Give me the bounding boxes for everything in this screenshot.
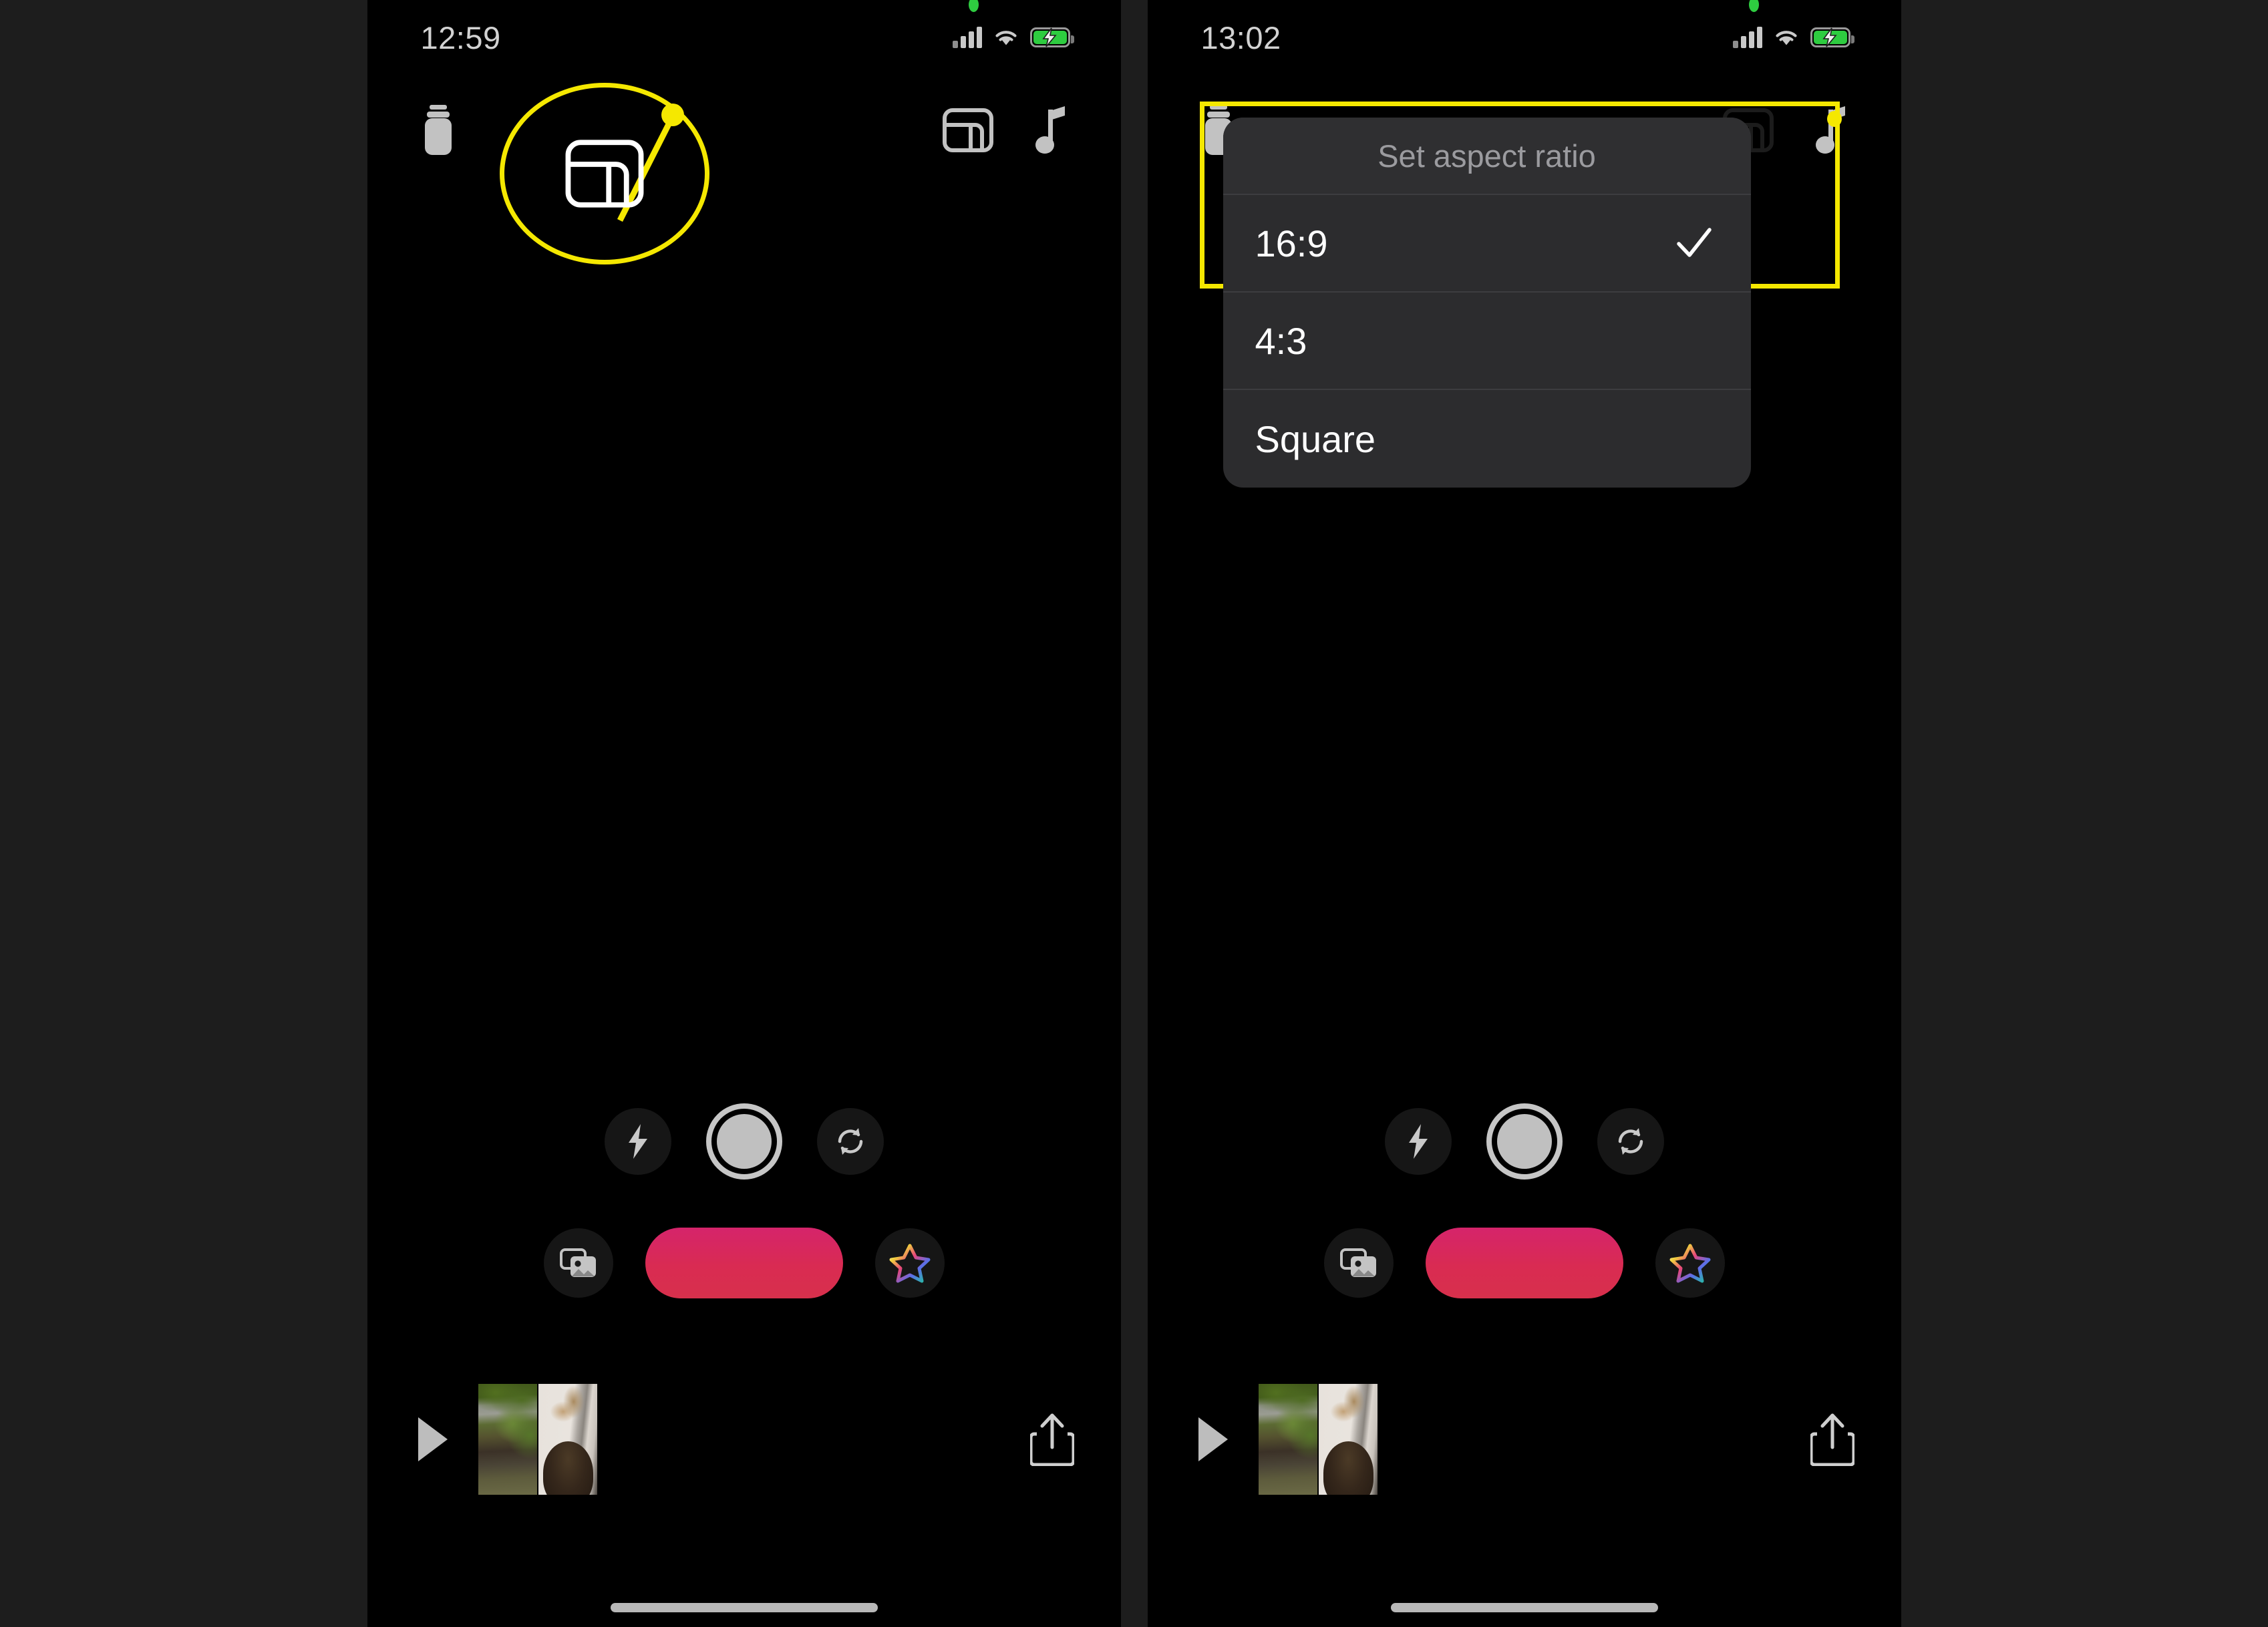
play-button[interactable] bbox=[418, 1417, 448, 1461]
recording-indicator-dot bbox=[968, 0, 979, 12]
flash-bolt-icon bbox=[1408, 1124, 1428, 1159]
clip-strip[interactable] bbox=[1258, 1384, 1378, 1495]
aspect-option-label: Square bbox=[1255, 417, 1376, 460]
record-button[interactable] bbox=[645, 1228, 843, 1298]
cellular-signal-icon bbox=[1732, 27, 1762, 48]
aspect-option-label: 16:9 bbox=[1255, 222, 1328, 264]
status-bar-clock: 12:59 bbox=[420, 19, 501, 55]
share-button[interactable] bbox=[1029, 1413, 1074, 1466]
camera-flip-icon bbox=[838, 1128, 862, 1155]
status-bar-indicators bbox=[1732, 0, 1854, 48]
share-button[interactable] bbox=[1810, 1413, 1854, 1466]
aspect-option-square[interactable]: Square bbox=[1223, 390, 1751, 488]
music-button[interactable] bbox=[1035, 104, 1070, 156]
timeline-clip-thumbnail[interactable] bbox=[1258, 1384, 1317, 1495]
check-icon bbox=[1676, 228, 1712, 257]
aspect-option-16-9[interactable]: 16:9 bbox=[1223, 195, 1751, 293]
timeline-clip-thumbnail[interactable] bbox=[478, 1384, 537, 1495]
camera-control-row bbox=[1148, 1103, 1901, 1180]
aspect-ratio-callout-magnifier bbox=[499, 83, 709, 264]
home-indicator bbox=[610, 1603, 878, 1612]
status-bar-indicators bbox=[952, 0, 1074, 48]
timeline-clip-thumbnail[interactable] bbox=[1318, 1384, 1378, 1495]
gallery-photos-icon bbox=[559, 1248, 596, 1277]
dialog-title: Set aspect ratio bbox=[1223, 118, 1751, 195]
timeline-clip-thumbnail[interactable] bbox=[538, 1384, 597, 1495]
record-button[interactable] bbox=[1425, 1228, 1623, 1298]
gallery-button[interactable] bbox=[1323, 1228, 1394, 1298]
aspect-ratio-dialog: Set aspect ratio 16:9 4:3 Square bbox=[1223, 118, 1751, 488]
battery-charging-icon bbox=[1029, 27, 1074, 47]
home-indicator bbox=[1390, 1603, 1658, 1612]
effects-button[interactable] bbox=[1655, 1228, 1725, 1298]
flash-bolt-icon bbox=[628, 1124, 647, 1159]
screenshot-stage: 12:59 13:02 Set aspect ratio 16:9 4:3 Sq… bbox=[0, 0, 2268, 1627]
wifi-icon bbox=[1775, 31, 1797, 45]
status-bar-clock: 13:02 bbox=[1200, 19, 1281, 55]
phone-panel-right: 13:02 Set aspect ratio 16:9 4:3 Square bbox=[1147, 0, 1901, 1627]
aspect-ratio-button[interactable] bbox=[942, 108, 994, 153]
phone-panel-left: 12:59 bbox=[367, 0, 1121, 1627]
gallery-button[interactable] bbox=[543, 1228, 613, 1298]
aspect-option-4-3[interactable]: 4:3 bbox=[1223, 293, 1751, 390]
flip-camera-button[interactable] bbox=[816, 1108, 884, 1175]
battery-charging-icon bbox=[1810, 27, 1854, 47]
star-effects-icon bbox=[1669, 1244, 1710, 1283]
flash-button[interactable] bbox=[1384, 1108, 1452, 1175]
aspect-option-label: 4:3 bbox=[1255, 319, 1307, 362]
record-action-row bbox=[367, 1228, 1121, 1298]
shutter-button[interactable] bbox=[705, 1103, 782, 1180]
gallery-photos-icon bbox=[1339, 1248, 1376, 1277]
clip-strip[interactable] bbox=[478, 1384, 597, 1495]
toolbar-right-group bbox=[942, 104, 1070, 156]
play-button[interactable] bbox=[1198, 1417, 1228, 1461]
star-effects-icon bbox=[889, 1244, 930, 1283]
highlight-anchor-dot bbox=[1826, 111, 1842, 127]
clip-timeline bbox=[367, 1376, 1121, 1503]
aspect-ratio-icon-magnified bbox=[565, 140, 643, 208]
shutter-button[interactable] bbox=[1486, 1103, 1563, 1180]
aspect-ratio-icon bbox=[942, 108, 993, 152]
flip-camera-button[interactable] bbox=[1597, 1108, 1664, 1175]
flash-button[interactable] bbox=[604, 1108, 671, 1175]
cellular-signal-icon bbox=[952, 27, 982, 48]
status-bar: 12:59 bbox=[367, 0, 1121, 75]
filter-jar-icon bbox=[424, 105, 452, 155]
wifi-icon bbox=[995, 31, 1017, 45]
record-action-row bbox=[1148, 1228, 1901, 1298]
filters-button[interactable] bbox=[421, 104, 456, 156]
clip-timeline bbox=[1148, 1376, 1901, 1503]
camera-flip-icon bbox=[1618, 1128, 1643, 1155]
camera-control-row bbox=[367, 1103, 1121, 1180]
effects-button[interactable] bbox=[874, 1228, 945, 1298]
recording-indicator-dot bbox=[1748, 0, 1759, 12]
music-note-icon bbox=[1035, 106, 1065, 154]
status-bar: 13:02 bbox=[1148, 0, 1901, 75]
top-toolbar bbox=[367, 94, 1121, 167]
